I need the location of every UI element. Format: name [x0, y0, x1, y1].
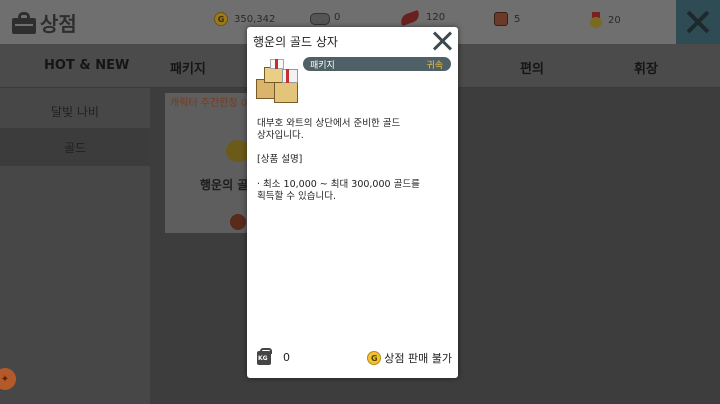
medal-amount: 20 [608, 14, 621, 26]
product-card-tag: 캐릭터 주간한정 0 [170, 98, 248, 109]
product-info-text: · 최소 10,000 ~ 최대 300,000 골드를 획득할 수 있습니다. [257, 179, 420, 202]
sell-status: G 상점 판매 불가 [367, 350, 452, 366]
crest-icon [494, 12, 508, 26]
category-badge: 패키지 귀속 [303, 57, 451, 71]
tab-hot-new[interactable]: HOT & NEW [44, 58, 129, 73]
product-card-name: 행운의 골 [200, 178, 249, 192]
item-detail-modal: 행운의 골드 상자 패키지 귀속 대부호 와트의 상단에서 준비한 골드 상자입… [247, 27, 458, 378]
shop-title: 상점 [12, 8, 77, 37]
medal-counter[interactable]: 20 [590, 12, 621, 28]
dumbbell-icon [310, 12, 330, 25]
modal-close-button[interactable] [433, 31, 453, 51]
gold-amount: 350,342 [234, 13, 276, 25]
gift-boxes-icon [254, 57, 302, 105]
tab-emblem[interactable]: 휘장 [634, 58, 658, 77]
dumbbell-amount: 0 [334, 12, 341, 23]
tab-convenience[interactable]: 편의 [520, 58, 544, 77]
page-title: 상점 [40, 12, 77, 36]
sidebar-item-moonlight-butterfly[interactable]: 달빛 나비 [0, 92, 150, 130]
feather-amount: 120 [426, 12, 446, 23]
close-icon [686, 10, 710, 34]
bound-label: 귀속 [426, 61, 443, 71]
item-weight: 0 [283, 351, 290, 364]
feather-icon [398, 9, 422, 26]
weight-icon: KG [257, 348, 272, 365]
category-label: 패키지 [310, 61, 335, 71]
sell-status-text: 상점 판매 불가 [384, 352, 452, 365]
shopping-bag-icon [12, 11, 36, 34]
sidebar-item-label: 골드 [63, 140, 87, 155]
medal-icon [590, 12, 602, 28]
price-icon [230, 214, 246, 230]
gold-coin-icon: G [214, 12, 228, 26]
shop-close-button[interactable] [676, 0, 720, 44]
product-info-heading: [상품 설명] [257, 154, 303, 165]
sidebar-item-gold[interactable]: 골드 [0, 128, 150, 166]
gold-counter[interactable]: G 350,342 [214, 12, 275, 26]
sidebar: 달빛 나비 골드 [0, 88, 150, 404]
modal-title: 행운의 골드 상자 [253, 35, 338, 49]
sidebar-item-label: 달빛 나비 [51, 104, 99, 119]
crest-amount: 5 [514, 13, 521, 25]
close-icon [433, 31, 453, 51]
dumbbell-counter[interactable]: 0 [310, 12, 341, 25]
gold-coin-icon: G [367, 351, 382, 365]
crest-counter[interactable]: 5 [494, 12, 520, 26]
item-description: 대부호 와트의 상단에서 준비한 골드 상자입니다. [257, 118, 401, 141]
feather-counter[interactable]: 120 [398, 9, 446, 26]
tab-package[interactable]: 패키지 [170, 58, 206, 77]
